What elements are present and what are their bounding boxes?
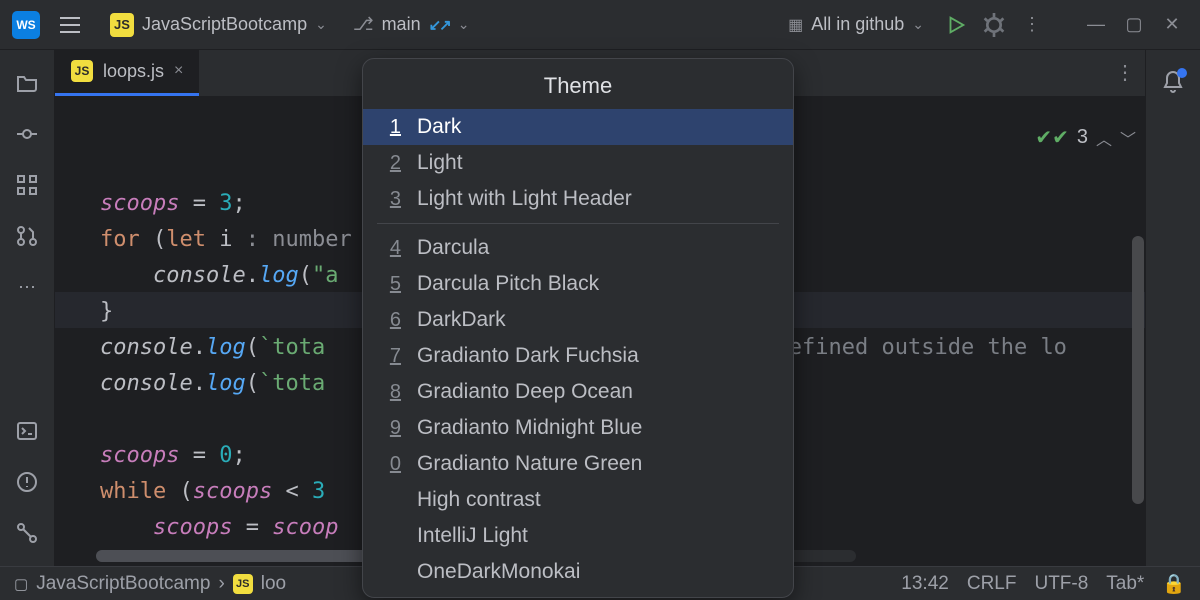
indent-setting[interactable]: Tab* [1106,573,1144,595]
theme-option[interactable]: 6 DarkDark [363,302,793,338]
checkmark-icon: ✔✔ [1035,125,1069,150]
breadcrumb[interactable]: ▢ JavaScriptBootcamp › JS loo [14,573,286,595]
left-tool-rail: ⋯ [0,50,55,566]
notification-dot [1177,68,1187,78]
branch-name: main [382,14,421,35]
mnemonic-hint: 2 [387,152,401,175]
js-icon: JS [110,13,134,37]
mnemonic-hint: 0 [387,453,401,476]
folder-icon: ▢ [14,575,28,593]
project-tool-icon[interactable] [14,70,40,96]
inspection-widget[interactable]: ✔✔ 3 ︿ ﹀ [1035,125,1136,150]
pull-requests-tool-icon[interactable] [14,223,40,249]
mnemonic-hint: 6 [387,309,401,332]
close-tab-button[interactable]: × [174,62,183,80]
run-config-name: All in github [811,14,904,35]
mnemonic-hint: 1 [387,116,401,139]
theme-label: High contrast [417,488,541,512]
mnemonic-hint: 7 [387,345,401,368]
more-actions-button[interactable]: ⋮ [1016,9,1048,41]
theme-label: Gradianto Nature Green [417,452,642,476]
theme-option[interactable]: IntelliJ Light [363,518,793,554]
mnemonic-hint: 8 [387,381,401,404]
theme-label: Darcula [417,236,489,260]
commit-tool-icon[interactable] [14,121,40,147]
file-encoding[interactable]: UTF-8 [1034,573,1088,595]
caret-position[interactable]: 13:42 [901,573,949,595]
breadcrumb-project: JavaScriptBootcamp [36,573,210,595]
editor-more-button[interactable]: ⋮ [1105,60,1145,85]
theme-label: IntelliJ Light [417,524,528,548]
js-icon: JS [71,60,93,82]
terminal-tool-icon[interactable] [14,418,40,444]
theme-option[interactable]: 5 Darcula Pitch Black [363,266,793,302]
chevron-down-icon: ⌄ [458,16,470,33]
mnemonic-hint: 3 [387,188,401,211]
theme-label: DarkDark [417,308,506,332]
theme-option[interactable]: 3 Light with Light Header [363,181,793,217]
theme-label: Gradianto Deep Ocean [417,380,633,404]
title-bar: JS JavaScriptBootcamp ⌄ main ⌄ ▦ All in … [0,0,1200,50]
minimize-window-button[interactable]: — [1080,9,1112,41]
debug-button[interactable] [978,9,1010,41]
notifications-button[interactable] [1161,70,1185,99]
mnemonic-hint: 9 [387,417,401,440]
theme-option[interactable]: 1 Dark [363,109,793,145]
file-tab-loops[interactable]: JS loops.js × [55,50,199,96]
breadcrumb-sep: › [218,573,224,595]
theme-option[interactable]: 7 Gradianto Dark Fuchsia [363,338,793,374]
theme-option[interactable]: 2 Light [363,145,793,181]
run-button[interactable] [940,9,972,41]
webstorm-icon [12,11,40,39]
version-control-tool-icon[interactable] [14,520,40,546]
theme-label: Gradianto Dark Fuchsia [417,344,639,368]
theme-label: Darcula Pitch Black [417,272,599,296]
reader-mode-icon[interactable]: 🔒 [1162,572,1186,596]
inspection-count: 3 [1077,126,1088,149]
mnemonic-hint: 5 [387,273,401,296]
js-icon: JS [233,574,253,594]
theme-option[interactable]: High contrast [363,482,793,518]
git-branch-selector[interactable]: main ⌄ [343,10,480,39]
popup-title: Theme [363,59,793,109]
theme-label: OneDarkMonokai [417,560,580,584]
close-window-button[interactable]: ✕ [1156,9,1188,41]
theme-label: Light [417,151,463,175]
theme-option[interactable]: OneDarkMonokai [363,554,793,590]
structure-tool-icon[interactable] [14,172,40,198]
next-highlight-button[interactable]: ﹀ [1120,126,1136,150]
theme-label: Dark [417,115,461,139]
chevron-down-icon: ⌄ [315,16,327,33]
problems-tool-icon[interactable] [14,469,40,495]
theme-label: Gradianto Midnight Blue [417,416,642,440]
theme-option[interactable]: 8 Gradianto Deep Ocean [363,374,793,410]
api-test-icon: ▦ [788,15,803,35]
vertical-scrollbar[interactable] [1132,236,1144,504]
right-tool-rail [1145,50,1200,566]
run-configuration-selector[interactable]: ▦ All in github ⌄ [778,10,934,39]
popup-separator [377,223,779,224]
project-name: JavaScriptBootcamp [142,14,307,35]
prev-highlight-button[interactable]: ︿ [1096,126,1112,150]
more-tool-icon[interactable]: ⋯ [14,274,40,300]
theme-option[interactable]: 9 Gradianto Midnight Blue [363,410,793,446]
tab-filename: loops.js [103,61,164,82]
theme-label: Light with Light Header [417,187,632,211]
project-selector[interactable]: JS JavaScriptBootcamp ⌄ [100,9,337,41]
line-separator[interactable]: CRLF [967,573,1017,595]
maximize-window-button[interactable]: ▢ [1118,9,1150,41]
main-menu-button[interactable] [54,9,86,41]
theme-option[interactable]: 0 Gradianto Nature Green [363,446,793,482]
theme-popup: Theme 1 Dark 2 Light 3 Light with Light Heade… [362,58,794,598]
incoming-outgoing-icon [429,16,450,34]
theme-option[interactable]: 4 Darcula [363,230,793,266]
branch-icon [353,14,374,35]
breadcrumb-file: loo [261,573,286,595]
chevron-down-icon: ⌄ [912,16,924,33]
theme-list: 1 Dark 2 Light 3 Light with Light Header 4 Darc… [363,109,793,597]
mnemonic-hint: 4 [387,237,401,260]
